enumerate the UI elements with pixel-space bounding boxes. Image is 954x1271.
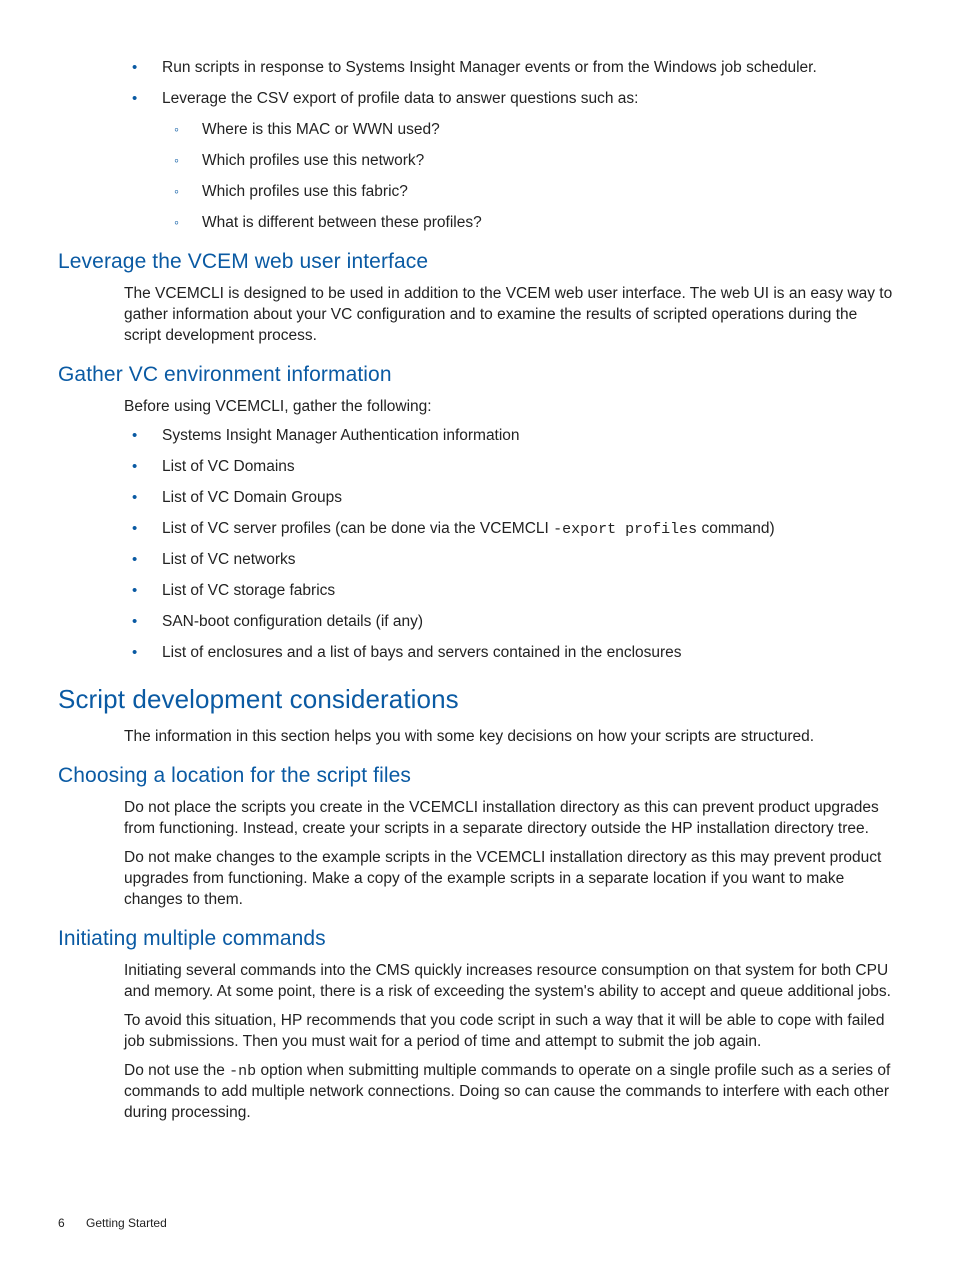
section-body: Before using VCEMCLI, gather the followi… [124,397,896,418]
page-number: 6 [58,1216,65,1230]
section-body: Initiating several commands into the CMS… [124,961,896,1124]
list-item-text: Leverage the CSV export of profile data … [162,90,638,107]
footer-section: Getting Started [86,1216,167,1230]
paragraph: Initiating several commands into the CMS… [124,961,896,1003]
list-item-text: List of VC Domain Groups [162,489,342,506]
text-suffix: command) [697,520,775,537]
list-item: List of VC networks [58,550,896,571]
heading-script-dev: Script development considerations [58,682,896,717]
list-item-text: List of VC server profiles (can be done … [162,520,775,537]
list-item-text: List of VC storage fabrics [162,582,335,599]
list-item: SAN-boot configuration details (if any) [58,612,896,633]
list-item: List of enclosures and a list of bays an… [58,643,896,664]
section-body: The information in this section helps yo… [124,727,896,748]
paragraph: The information in this section helps yo… [124,727,896,748]
page-footer: 6 Getting Started [58,1215,167,1231]
document-page: Run scripts in response to Systems Insig… [0,0,954,1271]
paragraph: Before using VCEMCLI, gather the followi… [124,397,896,418]
list-item: Systems Insight Manager Authentication i… [58,426,896,447]
code-inline: -export profiles [553,521,697,538]
paragraph: Do not make changes to the example scrip… [124,848,896,911]
heading-gather: Gather VC environment information [58,361,896,389]
list-item-text: What is different between these profiles… [202,214,482,231]
text-prefix: Do not use the [124,1062,229,1079]
list-item: List of VC Domain Groups [58,488,896,509]
list-item-text: Run scripts in response to Systems Insig… [162,59,817,76]
list-item: List of VC server profiles (can be done … [58,519,896,540]
list-item: What is different between these profiles… [162,213,896,234]
section-body: Do not place the scripts you create in t… [124,798,896,911]
heading-leverage: Leverage the VCEM web user interface [58,248,896,276]
list-item: Where is this MAC or WWN used? [162,120,896,141]
paragraph: Do not place the scripts you create in t… [124,798,896,840]
heading-choosing: Choosing a location for the script files [58,762,896,790]
list-item-text: Where is this MAC or WWN used? [202,121,440,138]
list-item-text: List of VC networks [162,551,296,568]
list-item-text: Which profiles use this fabric? [202,183,408,200]
top-bullet-list: Run scripts in response to Systems Insig… [58,58,896,234]
list-item: List of VC Domains [58,457,896,478]
list-item: Which profiles use this fabric? [162,182,896,203]
list-item-text: Which profiles use this network? [202,152,424,169]
gather-bullet-list: Systems Insight Manager Authentication i… [58,426,896,664]
section-body: The VCEMCLI is designed to be used in ad… [124,284,896,347]
heading-initiating: Initiating multiple commands [58,925,896,953]
paragraph: Do not use the -nb option when submittin… [124,1061,896,1124]
text-prefix: List of VC server profiles (can be done … [162,520,553,537]
list-item: Run scripts in response to Systems Insig… [58,58,896,79]
list-item-text: List of VC Domains [162,458,295,475]
paragraph: To avoid this situation, HP recommends t… [124,1011,896,1053]
code-inline: -nb [229,1063,256,1080]
list-item: List of VC storage fabrics [58,581,896,602]
paragraph: The VCEMCLI is designed to be used in ad… [124,284,896,347]
list-item-text: Systems Insight Manager Authentication i… [162,427,520,444]
list-item-text: List of enclosures and a list of bays an… [162,644,682,661]
list-item-text: SAN-boot configuration details (if any) [162,613,423,630]
list-item: Which profiles use this network? [162,151,896,172]
list-item: Leverage the CSV export of profile data … [58,89,896,234]
sub-bullet-list: Where is this MAC or WWN used? Which pro… [162,120,896,234]
